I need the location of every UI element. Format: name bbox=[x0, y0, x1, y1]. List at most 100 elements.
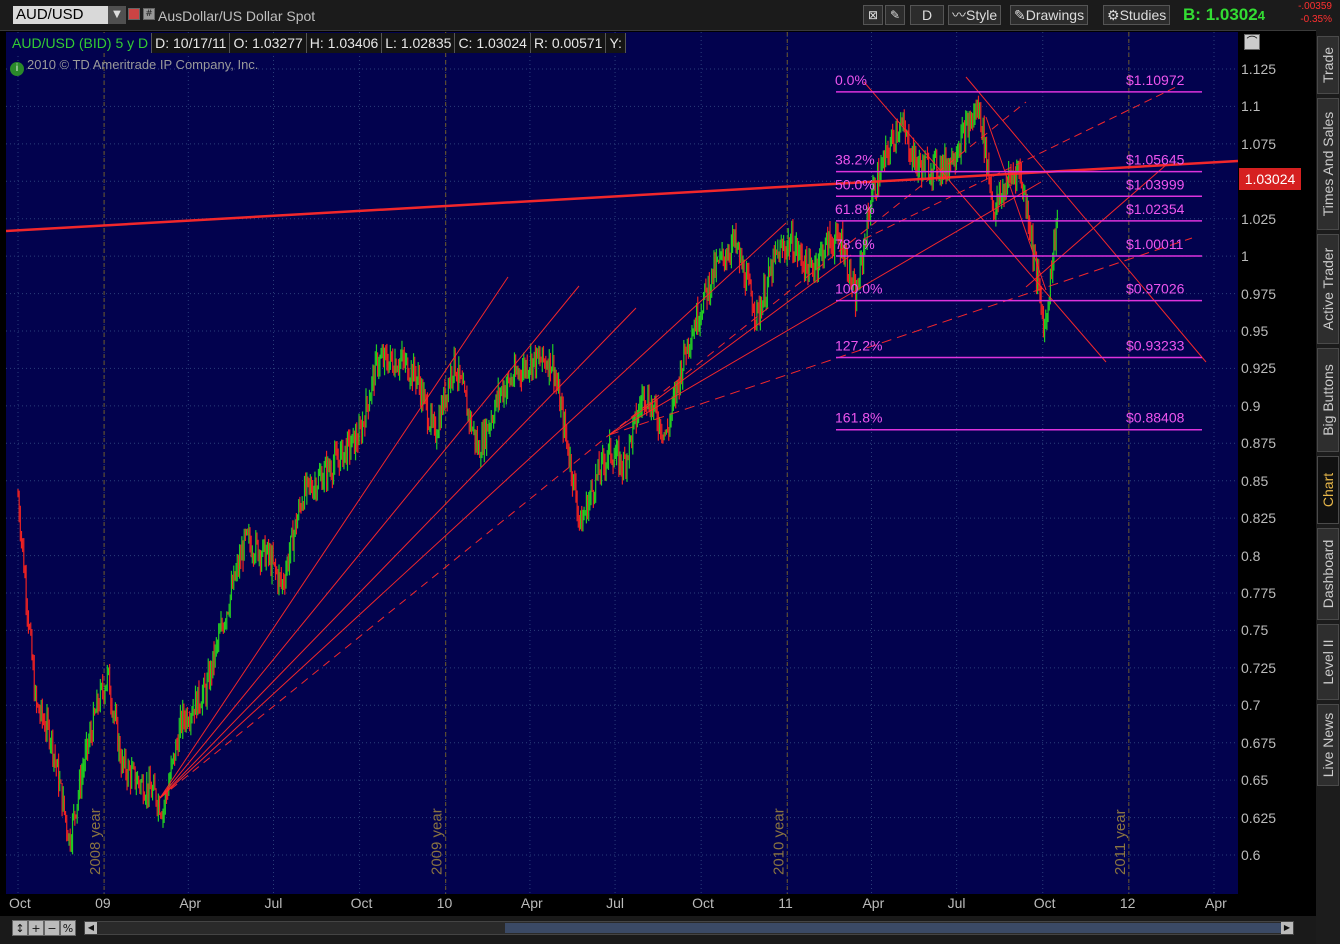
fan-line bbox=[159, 276, 509, 799]
drawings-label: Drawings bbox=[1025, 7, 1085, 23]
bid-price: B: 1.03024 bbox=[1183, 5, 1265, 25]
grid-tools-icon[interactable]: ⊠ bbox=[863, 5, 883, 25]
y-tick-label: 0.975 bbox=[1241, 285, 1277, 302]
scrollbar-thumb[interactable] bbox=[505, 923, 1293, 933]
x-tick-label: Oct bbox=[350, 895, 373, 911]
change-percent: -0.35% bbox=[1300, 14, 1332, 25]
y-tick-label: 1.075 bbox=[1241, 135, 1277, 152]
ameritrade-logo-icon: i bbox=[10, 62, 24, 76]
y-tick-label: 0.775 bbox=[1241, 585, 1277, 601]
fib-price-label: $0.97026 bbox=[1126, 281, 1185, 297]
change-absolute: -.00359 bbox=[1298, 1, 1332, 12]
time-scrollbar[interactable]: ◀ ▶ bbox=[84, 921, 1294, 935]
time-axis[interactable]: Oct 09 Apr Jul Oct 10 Apr Jul Oct 11 Apr Jul Oct 12 Ap… bbox=[6, 894, 1238, 916]
x-tick-label: Oct bbox=[692, 895, 714, 911]
copyright-notice: i 2010 © TD Ameritrade IP Company, Inc. bbox=[10, 57, 258, 76]
y-tick-label: 0.725 bbox=[1241, 659, 1277, 676]
y-tick-label: 0.6 bbox=[1241, 847, 1261, 863]
fan-line bbox=[608, 181, 1042, 436]
side-panel-tabs: Trade Times And Sales Active Trader Big But… bbox=[1316, 30, 1340, 944]
studies-icon: ⚙ bbox=[1107, 7, 1120, 23]
fan-line-dashed bbox=[608, 237, 1193, 436]
y-tick-label: 1.125 bbox=[1241, 61, 1277, 77]
price-axis[interactable]: ⌒ 1.1251.11.0751.051.02510.9750.950.9250… bbox=[1238, 32, 1314, 896]
info-close: C: 1.03024 bbox=[455, 33, 531, 53]
chart-symbol-label: AUD/USD (BID) 5 y D bbox=[9, 33, 153, 53]
fib-percent-label: 100.0% bbox=[835, 281, 882, 297]
fib-percent-label: 161.8% bbox=[835, 410, 882, 426]
fib-price-label: $1.00011 bbox=[1126, 236, 1184, 252]
y-tick-label: 0.625 bbox=[1241, 809, 1277, 826]
y-tick-label: 0.95 bbox=[1241, 323, 1269, 339]
chart-info-bar: AUD/USD (BID) 5 y D D: 10/17/11 O: 1.032… bbox=[9, 33, 626, 53]
side-tab-live-news[interactable]: Live News bbox=[1317, 704, 1339, 786]
fan-line bbox=[159, 222, 787, 799]
x-tick-label: Oct bbox=[1033, 895, 1056, 911]
info-range: R: 0.00571 bbox=[531, 33, 607, 53]
side-tab-label: Big Buttons bbox=[1320, 364, 1336, 436]
side-tab-label: Live News bbox=[1320, 712, 1336, 778]
chart-plot[interactable]: 2008 year 2009 year 2010 year 2011 year 0.0%… bbox=[6, 32, 1238, 894]
fan-line bbox=[608, 254, 852, 436]
fib-percent-label: 78.6% bbox=[835, 236, 875, 252]
side-tab-label: Dashboard bbox=[1320, 539, 1336, 609]
y-tick-label: 1.025 bbox=[1241, 210, 1277, 227]
fib-price-label: $0.93233 bbox=[1126, 337, 1185, 353]
x-tick-label: Apr bbox=[520, 895, 543, 911]
zoom-in-icon[interactable]: + bbox=[28, 920, 44, 936]
x-tick-label: 11 bbox=[778, 895, 793, 911]
x-tick-label: 12 bbox=[1119, 895, 1136, 911]
fib-price-label: $1.02354 bbox=[1126, 201, 1185, 217]
info-open: O: 1.03277 bbox=[230, 33, 307, 53]
current-price-label: 1.03024 bbox=[1239, 168, 1301, 190]
y-tick-label: 0.925 bbox=[1241, 360, 1277, 377]
fan-line bbox=[159, 307, 637, 799]
side-tab-times-and-sales[interactable]: Times And Sales bbox=[1317, 98, 1339, 230]
chart-settings-icon[interactable]: ⌒ bbox=[1244, 34, 1260, 50]
side-tab-level-ii[interactable]: Level II bbox=[1317, 624, 1339, 700]
symbol-description: AusDollar/US Dollar Spot bbox=[158, 8, 316, 24]
fib-price-label: $1.10972 bbox=[1126, 72, 1185, 88]
symbol-dropdown-icon[interactable]: ▼ bbox=[108, 6, 126, 24]
zoom-percent-icon[interactable]: % bbox=[60, 920, 76, 936]
info-low: L: 1.02835 bbox=[382, 33, 456, 53]
studies-button[interactable]: ⚙Studies bbox=[1103, 5, 1171, 25]
fib-price-label: $1.05645 bbox=[1126, 152, 1185, 168]
side-tab-label: Times And Sales bbox=[1320, 111, 1336, 217]
zoom-out-icon[interactable]: − bbox=[44, 920, 60, 936]
fib-price-label: $0.88408 bbox=[1126, 410, 1185, 426]
x-tick-label: Apr bbox=[862, 895, 885, 911]
side-tab-label: Active Trader bbox=[1320, 247, 1336, 331]
style-button[interactable]: 〰Style bbox=[948, 5, 1002, 25]
side-tab-trade[interactable]: Trade bbox=[1317, 36, 1339, 94]
symbol-lookup-icon[interactable]: # bbox=[143, 8, 155, 20]
pan-icon[interactable]: ↕ bbox=[12, 920, 28, 936]
symbol-input[interactable]: AUD/USD bbox=[13, 6, 108, 24]
period-button[interactable]: D bbox=[910, 5, 944, 25]
info-date: D: 10/17/11 bbox=[152, 33, 231, 53]
pencil-icon: ✎ bbox=[1014, 7, 1026, 23]
y-tick-label: 0.8 bbox=[1241, 547, 1261, 564]
link-color-icon[interactable] bbox=[128, 8, 140, 20]
draw-tools-icon[interactable]: ✎ bbox=[885, 5, 905, 25]
x-tick-label: Jul bbox=[264, 895, 283, 911]
y-tick-label: 0.65 bbox=[1241, 772, 1269, 789]
x-tick-label: Jul bbox=[606, 895, 624, 911]
fib-percent-label: 127.2% bbox=[835, 337, 882, 353]
info-y: Y: bbox=[606, 33, 626, 53]
scroll-left-icon[interactable]: ◀ bbox=[85, 922, 97, 934]
side-tab-dashboard[interactable]: Dashboard bbox=[1317, 528, 1339, 620]
side-tab-active-trader[interactable]: Active Trader bbox=[1317, 234, 1339, 344]
fan-line bbox=[159, 285, 580, 799]
side-tab-big-buttons[interactable]: Big Buttons bbox=[1317, 348, 1339, 452]
price-chart[interactable]: 2008 year 2009 year 2010 year 2011 year 0.0%… bbox=[6, 32, 1238, 916]
side-tab-label: Level II bbox=[1320, 639, 1336, 685]
copyright-text: 2010 © TD Ameritrade IP Company, Inc. bbox=[27, 57, 259, 72]
scroll-right-icon[interactable]: ▶ bbox=[1281, 922, 1293, 934]
y-tick-label: 0.75 bbox=[1241, 622, 1269, 639]
side-tab-chart[interactable]: Chart bbox=[1317, 456, 1339, 524]
bottom-bar: ↕ + − % ◀ ▶ bbox=[0, 916, 1316, 944]
drawings-button[interactable]: ✎Drawings bbox=[1010, 5, 1089, 25]
info-high: H: 1.03406 bbox=[307, 33, 383, 53]
style-label: Style bbox=[966, 7, 998, 23]
